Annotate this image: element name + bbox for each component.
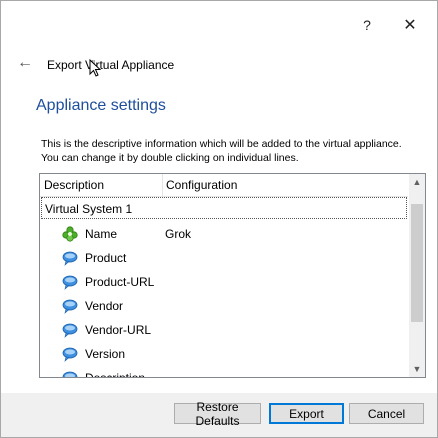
wizard-title: Export Virtual Appliance: [47, 58, 175, 72]
vertical-scrollbar[interactable]: ▲ ▼: [409, 174, 425, 377]
speech-bubble-icon: [62, 371, 78, 377]
table-row-product[interactable]: Product: [40, 246, 408, 270]
column-header-description[interactable]: Description: [44, 174, 163, 196]
row-label: Description: [85, 371, 146, 378]
row-label: Vendor-URL: [85, 323, 152, 337]
description-line-2: You can change it by double clicking on …: [41, 152, 299, 164]
speech-bubble-icon: [62, 275, 78, 290]
close-button[interactable]: ✕: [400, 15, 420, 35]
table-row-name[interactable]: Name Grok: [40, 222, 408, 246]
export-button[interactable]: Export: [269, 403, 344, 424]
table-row-description[interactable]: Description: [40, 366, 408, 378]
row-value: Grok: [165, 227, 192, 241]
row-label: Vendor: [85, 299, 124, 313]
table-header: Description Configuration: [40, 174, 408, 197]
dialog-footer: Restore Defaults Export Cancel: [1, 393, 437, 437]
mouse-cursor-icon: [89, 59, 102, 77]
scroll-up-icon[interactable]: ▲: [409, 174, 425, 190]
back-arrow-icon[interactable]: ←: [17, 55, 35, 73]
speech-bubble-icon: [62, 323, 78, 338]
table-row-product-url[interactable]: Product-URL: [40, 270, 408, 294]
row-label: Product: [85, 251, 127, 265]
table-rows: Name Grok Product Product-URL Vendor Ven…: [40, 222, 408, 378]
export-dialog: ? ✕ ← Export Virtual Appliance Appliance…: [0, 0, 438, 438]
speech-bubble-icon: [62, 299, 78, 314]
table-row-version[interactable]: Version: [40, 342, 408, 366]
column-header-configuration[interactable]: Configuration: [166, 174, 237, 196]
virtual-system-group-row[interactable]: Virtual System 1: [41, 197, 407, 219]
row-label: Name: [85, 227, 118, 241]
table-row-vendor[interactable]: Vendor: [40, 294, 408, 318]
scrollbar-thumb[interactable]: [411, 204, 423, 322]
table-row-vendor-url[interactable]: Vendor-URL: [40, 318, 408, 342]
speech-bubble-icon: [62, 347, 78, 362]
name-icon: [62, 226, 78, 242]
restore-defaults-button[interactable]: Restore Defaults: [174, 400, 261, 428]
help-button[interactable]: ?: [357, 15, 377, 35]
scroll-down-icon[interactable]: ▼: [409, 361, 425, 377]
speech-bubble-icon: [62, 251, 78, 266]
description-line-1: This is the descriptive information whic…: [41, 138, 402, 150]
section-heading: Appliance settings: [36, 97, 166, 114]
cancel-button[interactable]: Cancel: [349, 403, 424, 424]
row-label: Product-URL: [85, 275, 155, 289]
appliance-settings-table[interactable]: Description Configuration Virtual System…: [39, 173, 426, 378]
description-text: This is the descriptive information whic…: [41, 137, 402, 165]
row-label: Version: [85, 347, 126, 361]
